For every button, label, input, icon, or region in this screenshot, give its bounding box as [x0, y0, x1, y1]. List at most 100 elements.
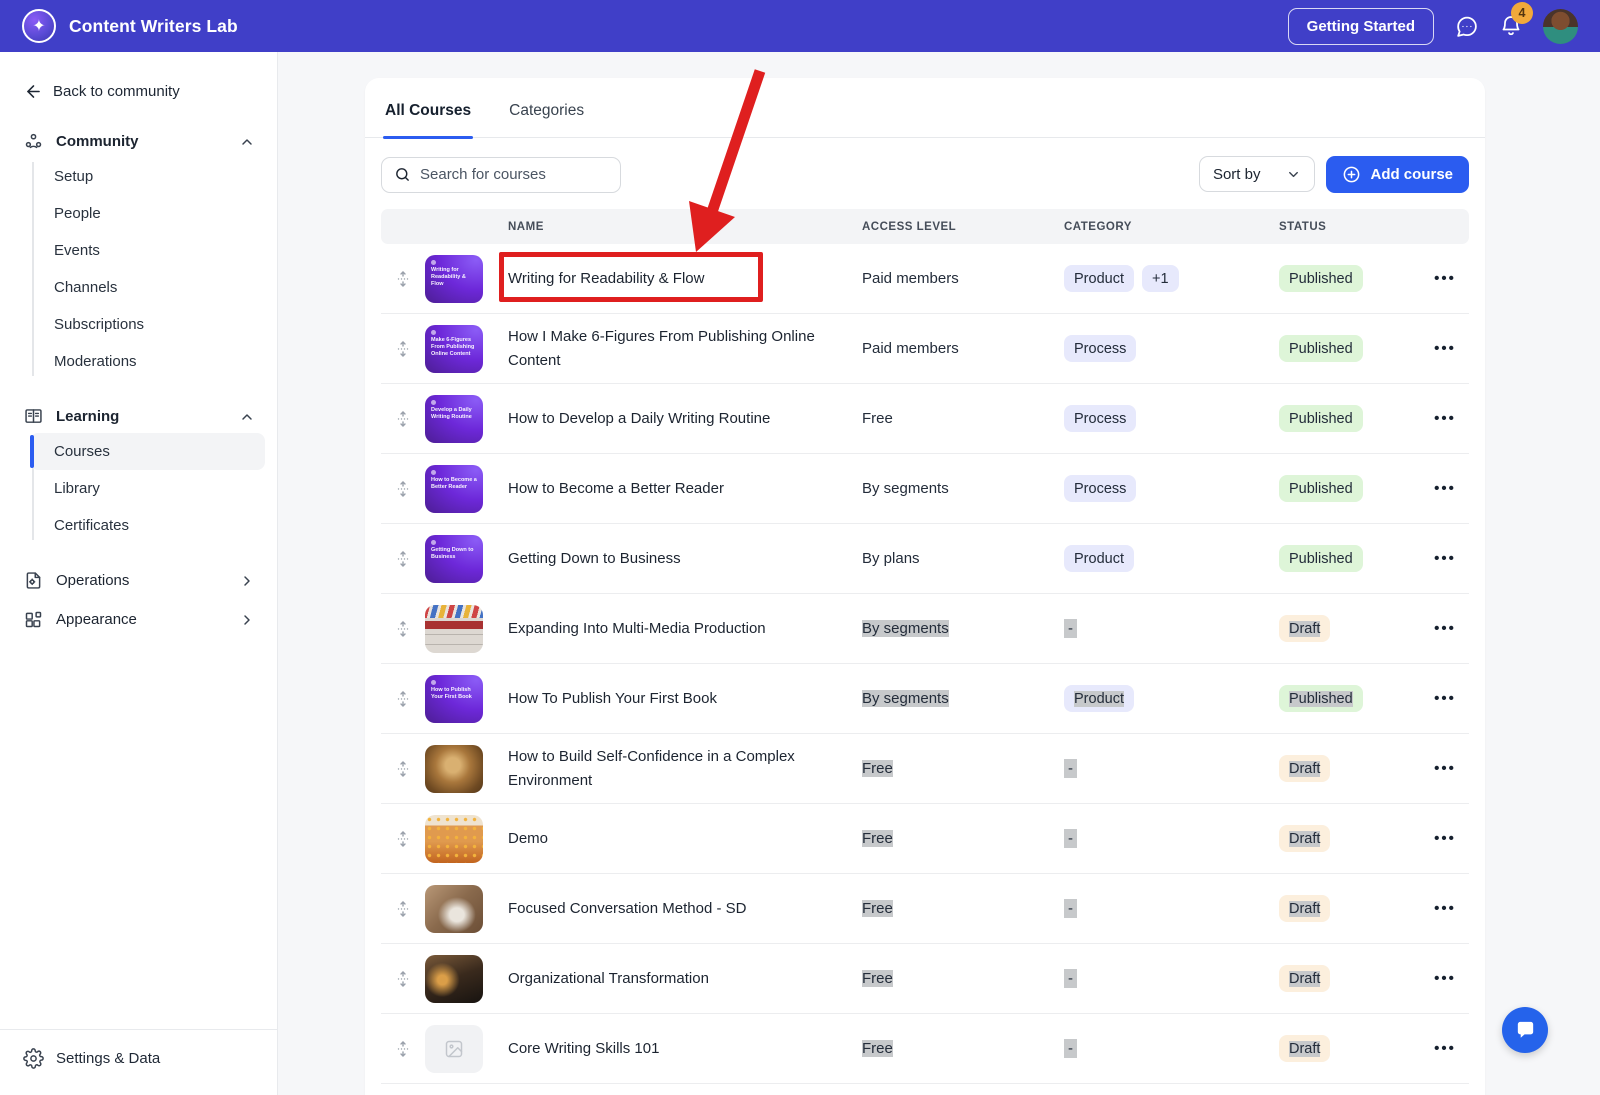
row-menu-button[interactable]: •••	[1421, 620, 1469, 637]
category-badge: Process	[1064, 405, 1136, 432]
table-row[interactable]: Expanding Into Multi-Media ProductionBy …	[381, 594, 1469, 664]
course-name[interactable]: How to Develop a Daily Writing Routine	[501, 407, 862, 430]
drag-handle-icon[interactable]	[381, 411, 425, 427]
status-badge-text: Published	[1289, 551, 1353, 567]
sidebar-section-appearance[interactable]: Appearance	[22, 609, 255, 630]
table-row[interactable]: Organizational TransformationFree-Draft•…	[381, 944, 1469, 1014]
sidebar-item-people[interactable]: People	[30, 195, 265, 232]
status-badge-text: Published	[1289, 691, 1353, 707]
courses-table: Name Access level Category Status Writin…	[365, 193, 1485, 1084]
course-name[interactable]: How To Publish Your First Book	[501, 687, 862, 710]
course-name[interactable]: Demo	[501, 827, 862, 850]
category-cell: -	[1064, 900, 1279, 918]
drag-handle-icon[interactable]	[381, 271, 425, 287]
sidebar-item-moderations[interactable]: Moderations	[30, 343, 265, 380]
chat-launcher-button[interactable]	[1502, 1007, 1548, 1053]
course-name[interactable]: How to Become a Better Reader	[501, 477, 862, 500]
course-thumbnail	[425, 745, 483, 793]
drag-handle-icon[interactable]	[381, 621, 425, 637]
table-row[interactable]: How to Publish Your First BookHow To Pub…	[381, 664, 1469, 734]
sidebar-item-channels[interactable]: Channels	[30, 269, 265, 306]
category-cell: -	[1064, 760, 1279, 778]
table-row[interactable]: Getting Down to Business Getting Down to …	[381, 524, 1469, 594]
thumbnail-text: Writing for Readability & Flow	[431, 267, 479, 288]
category-cell: -	[1064, 970, 1279, 988]
course-name[interactable]: Focused Conversation Method - SD	[501, 897, 862, 920]
drag-handle-icon[interactable]	[381, 901, 425, 917]
row-menu-button[interactable]: •••	[1421, 410, 1469, 427]
chat-icon	[1514, 1019, 1537, 1042]
table-row[interactable]: How to Become a Better ReaderHow to Beco…	[381, 454, 1469, 524]
sidebar-section-operations[interactable]: Operations	[22, 570, 255, 591]
thumbnail-dot-icon	[431, 470, 436, 475]
table-row[interactable]: Writing for Readability & Flow Writing fo…	[381, 244, 1469, 314]
row-menu-button[interactable]: •••	[1421, 1040, 1469, 1057]
back-to-community-link[interactable]: Back to community	[24, 82, 277, 101]
sidebar-item-certificates[interactable]: Certificates	[30, 507, 265, 544]
course-name[interactable]: Getting Down to Business	[501, 547, 862, 570]
status-cell: Draft	[1279, 965, 1421, 992]
drag-handle-icon[interactable]	[381, 481, 425, 497]
row-menu-button[interactable]: •••	[1421, 760, 1469, 777]
status-cell: Draft	[1279, 615, 1421, 642]
table-row[interactable]: DemoFree-Draft•••	[381, 804, 1469, 874]
tab-all-courses[interactable]: All Courses	[383, 102, 473, 137]
row-menu-button[interactable]: •••	[1421, 970, 1469, 987]
course-name[interactable]: Writing for Readability & Flow	[501, 267, 862, 290]
status-badge: Published	[1279, 335, 1363, 362]
row-menu-button[interactable]: •••	[1421, 480, 1469, 497]
row-menu-button[interactable]: •••	[1421, 830, 1469, 847]
sidebar-item-subscriptions[interactable]: Subscriptions	[30, 306, 265, 343]
course-name[interactable]: How I Make 6-Figures From Publishing Onl…	[501, 325, 862, 372]
course-thumbnail	[425, 815, 483, 863]
course-name[interactable]: Core Writing Skills 101	[501, 1037, 862, 1060]
getting-started-button[interactable]: Getting Started	[1288, 8, 1434, 45]
table-row[interactable]: Make 6-Figures From Publishing Online Co…	[381, 314, 1469, 384]
course-name[interactable]: Expanding Into Multi-Media Production	[501, 617, 862, 640]
course-name[interactable]: Organizational Transformation	[501, 967, 862, 990]
sort-by-dropdown[interactable]: Sort by	[1199, 156, 1316, 192]
row-menu-button[interactable]: •••	[1421, 900, 1469, 917]
sidebar-section-learning[interactable]: Learning	[22, 406, 255, 427]
community-logo-icon[interactable]: ✦	[22, 9, 56, 43]
table-row[interactable]: Focused Conversation Method - SDFree-Dra…	[381, 874, 1469, 944]
status-badge: Draft	[1279, 825, 1330, 852]
table-row[interactable]: How to Build Self-Confidence in a Comple…	[381, 734, 1469, 804]
thumbnail-text: Getting Down to Business	[431, 547, 479, 561]
access-level-value: Free	[862, 760, 893, 777]
add-course-button[interactable]: Add course	[1326, 156, 1469, 193]
sidebar-item-library[interactable]: Library	[30, 470, 265, 507]
table-row[interactable]: Core Writing Skills 101Free-Draft•••	[381, 1014, 1469, 1084]
tab-categories[interactable]: Categories	[507, 102, 586, 137]
drag-handle-icon[interactable]	[381, 831, 425, 847]
sidebar-item-courses[interactable]: Courses	[30, 433, 265, 470]
row-menu-button[interactable]: •••	[1421, 550, 1469, 567]
row-menu-button[interactable]: •••	[1421, 340, 1469, 357]
settings-and-data-link[interactable]: Settings & Data	[0, 1029, 277, 1095]
course-thumbnail	[425, 1025, 483, 1073]
sidebar-section-community[interactable]: Community	[22, 131, 255, 152]
course-name[interactable]: How to Build Self-Confidence in a Comple…	[501, 745, 862, 792]
sidebar-item-setup[interactable]: Setup	[30, 158, 265, 195]
messages-button[interactable]	[1454, 14, 1479, 39]
notifications-button[interactable]: 4	[1499, 14, 1523, 38]
row-menu-button[interactable]: •••	[1421, 270, 1469, 287]
drag-handle-icon[interactable]	[381, 761, 425, 777]
user-avatar[interactable]	[1543, 9, 1578, 44]
access-level-value: Free	[862, 830, 893, 847]
row-menu-button[interactable]: •••	[1421, 690, 1469, 707]
drag-handle-icon[interactable]	[381, 341, 425, 357]
access-level-value: By segments	[862, 690, 949, 707]
drag-handle-icon[interactable]	[381, 1041, 425, 1057]
sidebar-item-events[interactable]: Events	[30, 232, 265, 269]
thumbnail-text: Develop a Daily Writing Routine	[431, 407, 479, 421]
gear-icon	[22, 1048, 44, 1069]
notification-count-badge: 4	[1511, 2, 1533, 24]
drag-handle-icon[interactable]	[381, 691, 425, 707]
category-cell: Product+1	[1064, 265, 1279, 292]
drag-handle-icon[interactable]	[381, 551, 425, 567]
table-row[interactable]: Develop a Daily Writing Routine How to De…	[381, 384, 1469, 454]
search-input[interactable]	[420, 166, 619, 183]
category-badge: Product	[1064, 685, 1134, 712]
drag-handle-icon[interactable]	[381, 971, 425, 987]
